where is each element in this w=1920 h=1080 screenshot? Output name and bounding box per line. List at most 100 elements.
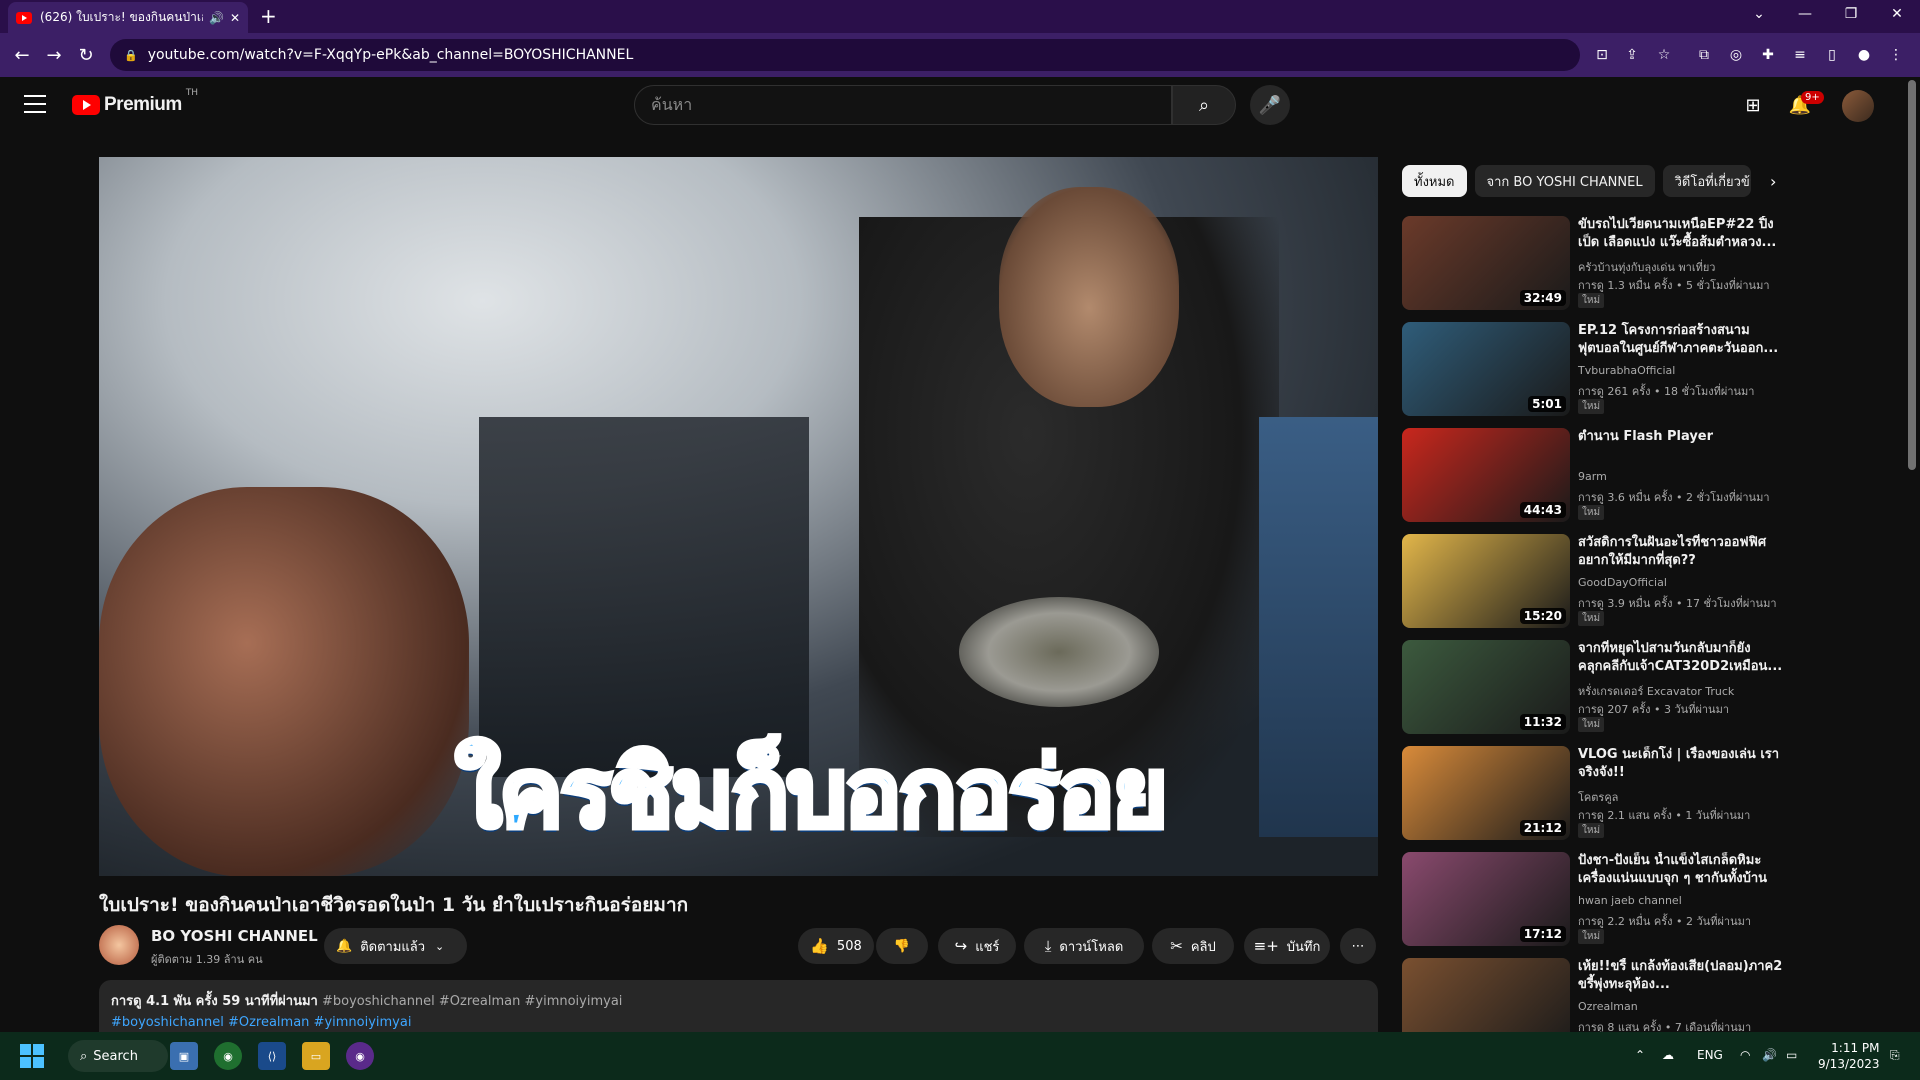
subscribed-button[interactable]: 🔔 ติดตามแล้ว ⌄: [324, 928, 467, 964]
onedrive-cloud-icon[interactable]: ☁: [1662, 1048, 1674, 1062]
channel-name[interactable]: BO YOSHI CHANNEL: [151, 927, 318, 945]
video-thumbnail[interactable]: 15:20: [1402, 534, 1570, 628]
recommended-channel-name[interactable]: hwan jaeb channel: [1578, 894, 1682, 907]
volume-icon[interactable]: 🔊: [1762, 1048, 1777, 1062]
channel-avatar[interactable]: [99, 925, 139, 965]
translate-extension-icon[interactable]: ⧉: [1692, 43, 1716, 67]
recommended-video[interactable]: 5:01 EP.12 โครงการก่อสร้างสนามฟุตบอลในศูน…: [1402, 322, 1802, 418]
recommended-video-title[interactable]: VLOG นะเด็กโง่ | เรื่องของเล่น เราจริงจั…: [1578, 746, 1788, 782]
show-hidden-icons-icon[interactable]: ⌃: [1635, 1048, 1645, 1062]
recommended-channel-name[interactable]: Ozrealman: [1578, 1000, 1638, 1013]
chevron-right-icon[interactable]: ›: [1770, 172, 1776, 191]
file-explorer-icon[interactable]: ▭: [302, 1042, 330, 1070]
minimize-button[interactable]: —: [1782, 0, 1828, 28]
wifi-icon[interactable]: ◠: [1740, 1048, 1750, 1062]
search-input[interactable]: ค้นหา: [634, 85, 1172, 125]
video-thumbnail[interactable]: 11:32: [1402, 640, 1570, 734]
install-app-icon[interactable]: ⊡: [1590, 43, 1614, 67]
more-actions-button[interactable]: ⋯: [1340, 928, 1376, 964]
recommended-channel-name[interactable]: ครัวบ้านทุ่งกับลุงเด่น พาเที่ยว: [1578, 258, 1715, 276]
media-control-icon[interactable]: ≡: [1788, 43, 1812, 67]
chip-from-channel[interactable]: จาก BO YOSHI CHANNEL: [1474, 165, 1655, 197]
hamburger-menu-icon[interactable]: [24, 95, 46, 113]
recommended-video-title[interactable]: จากที่หยุดไปสามวันกลับมาก็ยังคลุกคลีกับเ…: [1578, 640, 1788, 676]
tab-search-icon[interactable]: ⌄: [1736, 0, 1782, 28]
video-thumbnail[interactable]: 17:12: [1402, 852, 1570, 946]
recommended-video[interactable]: 44:43 ตำนาน Flash Player 9arm การดู 3.6 หมื…: [1402, 428, 1802, 524]
create-video-icon[interactable]: ⊞: [1741, 93, 1765, 117]
recommended-video[interactable]: 21:12 VLOG นะเด็กโง่ | เรื่องของเล่น เราจ…: [1402, 746, 1802, 842]
restore-button[interactable]: ❐: [1828, 0, 1874, 28]
recommended-video-title[interactable]: ขับรถไปเวียดนามเหนือEP#22 ปิ้งเป็ด เลือด…: [1578, 216, 1788, 252]
voice-search-button[interactable]: 🎤: [1250, 85, 1290, 125]
like-button[interactable]: 👍 508: [798, 928, 874, 964]
new-tab-button[interactable]: +: [260, 4, 277, 28]
taskbar-search[interactable]: ⌕ Search: [68, 1040, 168, 1072]
recommended-channel-name[interactable]: หรั่งเกรดเดอร์ Excavator Truck: [1578, 682, 1734, 700]
recommended-video[interactable]: 15:20 สวัสดิการในฝันอะไรที่ชาวออฟฟิศอยากใ…: [1402, 534, 1802, 630]
recommended-video[interactable]: 11:32 จากที่หยุดไปสามวันกลับมาก็ยังคลุกคล…: [1402, 640, 1802, 736]
windows-start-icon[interactable]: [20, 1044, 44, 1068]
hashtag-link[interactable]: #boyoshichannel: [111, 1015, 224, 1030]
hashtag-link[interactable]: #Ozrealman: [228, 1015, 309, 1030]
video-frame-person-left: [99, 487, 469, 876]
browser-tab[interactable]: (626) ใบเปราะ! ของกินคนป่าเอาชีวิ 🔊 ✕: [8, 2, 248, 33]
video-duration: 15:20: [1519, 608, 1566, 624]
account-avatar[interactable]: [1842, 90, 1874, 122]
vscode-icon[interactable]: ⟨⟩: [258, 1042, 286, 1070]
recommended-video[interactable]: 32:49 ขับรถไปเวียดนามเหนือEP#22 ปิ้งเป็ด …: [1402, 216, 1802, 312]
youtube-premium-logo[interactable]: Premium TH: [72, 88, 198, 116]
clip-button[interactable]: ✂ คลิป: [1152, 928, 1234, 964]
bookmark-star-icon[interactable]: ☆: [1652, 43, 1676, 67]
battery-icon[interactable]: ▭: [1786, 1048, 1797, 1062]
video-player[interactable]: ใครชิมก็บอกอร่อย: [99, 157, 1378, 876]
back-icon[interactable]: ←: [8, 45, 36, 66]
video-thumbnail[interactable]: 32:49: [1402, 216, 1570, 310]
download-button[interactable]: ⤓ ดาวน์โหลด: [1024, 928, 1144, 964]
input-language[interactable]: ENG: [1697, 1048, 1723, 1062]
like-count: 508: [836, 938, 862, 954]
share-page-icon[interactable]: ⇪: [1620, 43, 1644, 67]
chip-all[interactable]: ทั้งหมด: [1402, 165, 1467, 197]
subscribed-label: ติดตามแล้ว: [360, 939, 426, 955]
share-button[interactable]: ↪ แชร์: [938, 928, 1016, 964]
chip-related[interactable]: วิดีโอที่เกี่ยวข้อง: [1662, 165, 1751, 197]
browser-menu-icon[interactable]: ⋮: [1884, 43, 1908, 67]
hashtag-link[interactable]: #yimnoiyimyai: [314, 1015, 412, 1030]
close-window-button[interactable]: ✕: [1874, 0, 1920, 28]
site-info-icon[interactable]: 🔒: [124, 49, 138, 62]
video-thumbnail[interactable]: 44:43: [1402, 428, 1570, 522]
search-button[interactable]: ⌕: [1172, 85, 1236, 125]
recommended-video-title[interactable]: สวัสดิการในฝันอะไรที่ชาวออฟฟิศอยากให้มีม…: [1578, 534, 1788, 570]
recommended-channel-name[interactable]: 9arm: [1578, 470, 1607, 483]
recommended-video-title[interactable]: EP.12 โครงการก่อสร้างสนามฟุตบอลในศูนย์กี…: [1578, 322, 1788, 358]
recommended-video-title[interactable]: ตำนาน Flash Player: [1578, 428, 1788, 446]
recommended-channel-name[interactable]: TvburabhaOfficial: [1578, 364, 1675, 377]
video-thumbnail[interactable]: 5:01: [1402, 322, 1570, 416]
extension-icon[interactable]: ◎: [1724, 43, 1748, 67]
dislike-button[interactable]: 👎: [876, 928, 928, 964]
side-panel-icon[interactable]: ▯: [1820, 43, 1844, 67]
video-thumbnail[interactable]: 21:12: [1402, 746, 1570, 840]
recommended-channel-name[interactable]: GoodDayOfficial: [1578, 576, 1667, 589]
reload-icon[interactable]: ↻: [72, 45, 100, 66]
profile-avatar-icon[interactable]: ●: [1852, 43, 1876, 67]
system-clock[interactable]: 1:11 PM 9/13/2023: [1818, 1040, 1880, 1072]
taskbar-app-icon[interactable]: ▣: [170, 1042, 198, 1070]
extensions-puzzle-icon[interactable]: ✚: [1756, 43, 1780, 67]
recommended-video-title[interactable]: ปังชา-ปังเย็น น้ำแข็งไสเกล็ดหิมะ เครื่อง…: [1578, 852, 1788, 888]
save-button[interactable]: ≡+ บันทึก: [1244, 928, 1330, 964]
speaker-icon[interactable]: 🔊: [209, 11, 224, 25]
recommended-channel-name[interactable]: โคตรคูล: [1578, 788, 1618, 806]
recommended-video[interactable]: 17:12 ปังชา-ปังเย็น น้ำแข็งไสเกล็ดหิมะ เค…: [1402, 852, 1802, 948]
url-field[interactable]: 🔒 youtube.com/watch?v=F-XqqYp-ePk&ab_cha…: [110, 39, 1580, 71]
recommended-video-title[interactable]: เห้ย!!ขรี้ แกล้งท้องเสีย(ปลอม)ภาค2 ขรี้พ…: [1578, 958, 1788, 994]
notification-center-icon[interactable]: ⎘: [1890, 1048, 1900, 1063]
chrome-active-icon[interactable]: ◉: [346, 1042, 374, 1070]
close-tab-icon[interactable]: ✕: [230, 11, 240, 25]
thumbs-down-icon: 👎: [893, 938, 911, 954]
new-badge: ใหม่: [1578, 823, 1605, 838]
page-scrollbar[interactable]: [1908, 80, 1916, 470]
forward-icon[interactable]: →: [40, 45, 68, 66]
chrome-icon[interactable]: ◉: [214, 1042, 242, 1070]
